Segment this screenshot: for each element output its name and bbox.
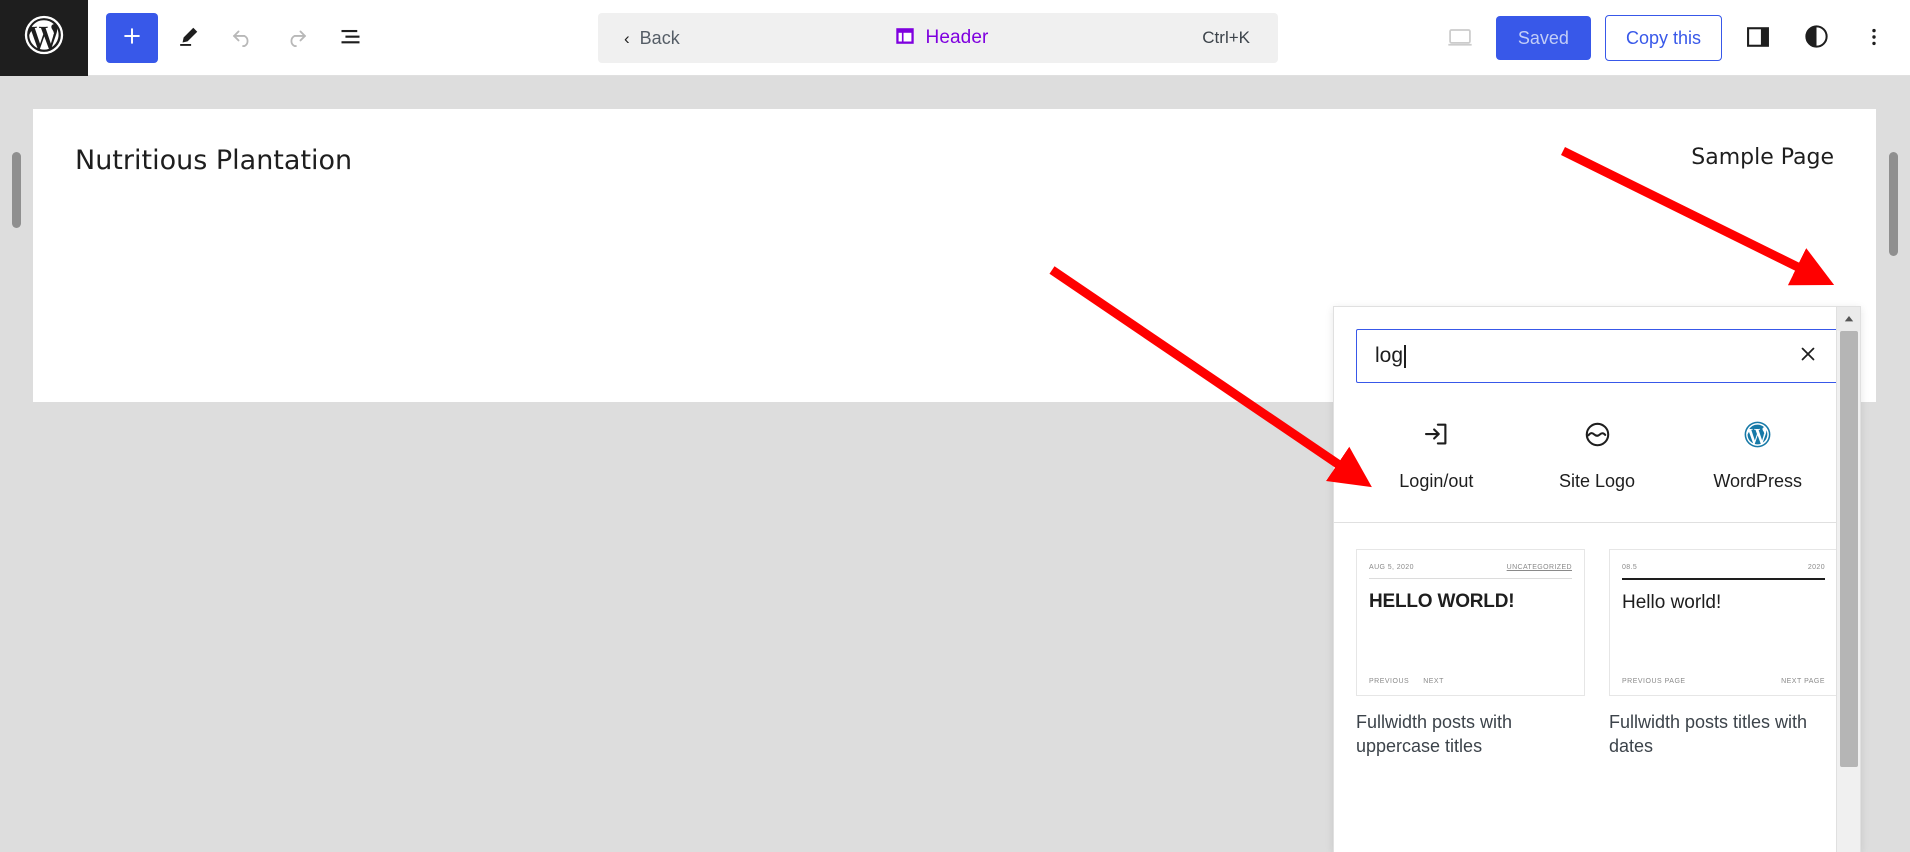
block-label: Site Logo (1559, 471, 1635, 492)
toolbar-right-controls: Saved Copy this (1438, 0, 1896, 76)
document-bar[interactable]: ‹ Back Header Ctrl+K (598, 13, 1278, 63)
pattern-preview-footer: PREVIOUS NEXT (1369, 678, 1572, 685)
undo-button[interactable] (218, 14, 266, 62)
add-block-button[interactable] (106, 13, 158, 63)
undo-arrow-icon (229, 23, 256, 53)
block-inserter-panel: log (1333, 306, 1861, 852)
wordpress-logo-icon (21, 12, 67, 63)
pattern-label: Fullwidth posts with uppercase titles (1356, 710, 1585, 759)
saved-button[interactable]: Saved (1496, 16, 1591, 60)
vertical-scroll-indicator[interactable] (1889, 152, 1898, 256)
pattern-result-uppercase-titles[interactable]: AUG 5, 2020 UNCATEGORIZED HELLO WORLD! P… (1356, 549, 1585, 759)
more-vertical-dots-icon (1862, 25, 1886, 52)
divider (1622, 578, 1825, 580)
block-result-wordpress[interactable]: WordPress (1677, 417, 1838, 492)
document-title: Header (926, 27, 989, 49)
site-title[interactable]: Nutritious Plantation (75, 145, 352, 176)
block-label: Login/out (1399, 471, 1473, 492)
pattern-result-titles-with-dates[interactable]: 08.5 2020 Hello world! PREVIOUS PAGE NEX… (1609, 549, 1838, 759)
clear-search-button[interactable] (1783, 331, 1833, 381)
pattern-preview: AUG 5, 2020 UNCATEGORIZED HELLO WORLD! P… (1356, 549, 1585, 696)
command-shortcut-label: Ctrl+K (1202, 28, 1278, 48)
pattern-preview-title: HELLO WORLD! (1369, 591, 1572, 613)
close-x-icon (1797, 343, 1819, 369)
divider (1369, 578, 1572, 579)
block-results-grid: Login/out Site Logo WordPress (1334, 383, 1860, 523)
settings-sidebar-icon (1744, 23, 1772, 54)
edit-mode-button[interactable] (164, 14, 212, 62)
plus-icon (119, 23, 145, 52)
block-label: WordPress (1713, 471, 1802, 492)
pattern-preview-footer: PREVIOUS PAGE NEXT PAGE (1622, 678, 1825, 685)
inserter-scrollbar[interactable] (1836, 307, 1860, 852)
redo-arrow-icon (283, 23, 310, 53)
scroll-up-arrow-icon[interactable] (1837, 307, 1861, 331)
block-result-login-out[interactable]: Login/out (1356, 417, 1517, 492)
pattern-preview: 08.5 2020 Hello world! PREVIOUS PAGE NEX… (1609, 549, 1838, 696)
pattern-preview-meta: AUG 5, 2020 UNCATEGORIZED (1369, 564, 1572, 571)
pattern-preview-prev: PREVIOUS (1369, 678, 1409, 685)
pattern-preview-category: UNCATEGORIZED (1507, 564, 1572, 571)
pattern-preview-meta: 08.5 2020 (1622, 564, 1825, 571)
redo-button[interactable] (272, 14, 320, 62)
back-label: Back (640, 28, 680, 49)
chevron-left-icon: ‹ (624, 30, 630, 47)
site-logo-circle-icon (1582, 417, 1613, 451)
pencil-edit-icon (176, 24, 201, 52)
login-arrow-icon (1421, 417, 1451, 451)
pattern-preview-date: 08.5 (1622, 564, 1637, 571)
desktop-preview-icon (1446, 23, 1474, 54)
pattern-results-grid: AUG 5, 2020 UNCATEGORIZED HELLO WORLD! P… (1334, 523, 1860, 759)
pattern-label: Fullwidth posts titles with dates (1609, 710, 1838, 759)
pattern-preview-date: AUG 5, 2020 (1369, 564, 1414, 571)
contrast-styles-icon (1803, 23, 1830, 53)
pattern-preview-next: NEXT PAGE (1781, 678, 1825, 685)
more-options-button[interactable] (1852, 16, 1896, 60)
list-view-button[interactable] (326, 14, 374, 62)
pattern-preview-prev: PREVIOUS PAGE (1622, 678, 1686, 685)
settings-sidebar-button[interactable] (1736, 16, 1780, 60)
search-input[interactable]: log (1357, 344, 1783, 368)
site-editor-window: ‹ Back Header Ctrl+K (0, 0, 1910, 852)
inserter-search-row: log (1334, 307, 1860, 383)
wordpress-logo-icon (1742, 417, 1773, 451)
pattern-preview-next: NEXT (1423, 678, 1444, 685)
copy-this-button[interactable]: Copy this (1605, 15, 1722, 61)
block-result-site-logo[interactable]: Site Logo (1517, 417, 1678, 492)
scrollbar-thumb[interactable] (1840, 331, 1858, 767)
wordpress-logo-button[interactable] (0, 0, 88, 76)
preview-device-button[interactable] (1438, 16, 1482, 60)
pattern-preview-year: 2020 (1808, 564, 1825, 571)
styles-button[interactable] (1794, 16, 1838, 60)
nav-link-sample-page[interactable]: Sample Page (1691, 145, 1834, 170)
vertical-scroll-indicator[interactable] (12, 152, 21, 228)
list-view-icon (337, 23, 364, 53)
search-input-wrapper[interactable]: log (1356, 329, 1838, 383)
back-button[interactable]: ‹ Back (598, 28, 680, 49)
toolbar-left-controls (88, 13, 374, 63)
text-cursor (1404, 345, 1406, 368)
document-title-group[interactable]: Header (680, 25, 1203, 52)
search-input-value: log (1375, 344, 1403, 368)
header-block-icon (894, 25, 916, 52)
pattern-preview-title: Hello world! (1622, 592, 1825, 614)
editor-toolbar: ‹ Back Header Ctrl+K (0, 0, 1910, 76)
